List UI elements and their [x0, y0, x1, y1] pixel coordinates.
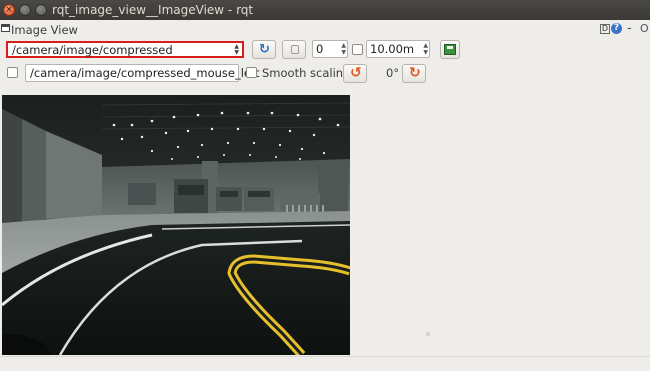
camera-image[interactable]: [2, 95, 350, 355]
max-distance-spinbox[interactable]: 10.00m ▲ ▼: [366, 40, 430, 58]
rotate-left-button[interactable]: ↺: [343, 64, 367, 83]
help-button[interactable]: ?: [611, 23, 622, 34]
minimize-plugin-button[interactable]: -: [627, 21, 632, 36]
num-gridlines-value: 0: [316, 42, 324, 56]
refresh-icon: ↻: [259, 42, 270, 57]
image-artifact: [426, 332, 430, 336]
plugin-window-icon: [1, 24, 10, 32]
mouse-topic-input[interactable]: /camera/image/compressed_mouse_left: [25, 64, 259, 82]
zoom-1-button[interactable]: [282, 40, 306, 59]
image-view-area[interactable]: [0, 93, 650, 355]
dock-button[interactable]: D: [600, 24, 610, 34]
mouse-topic-value: /camera/image/compressed_mouse_left: [30, 66, 260, 80]
smooth-scaling-label: Smooth scaling: [262, 66, 351, 80]
plugin-title: Image View: [11, 23, 78, 37]
plugin-header: Image View D ? - O: [0, 21, 650, 38]
smooth-scaling-checkbox[interactable]: [246, 67, 257, 78]
combo-arrows-icon: ▲ ▼: [234, 43, 239, 56]
topic-combo[interactable]: /camera/image/compressed ▲ ▼: [6, 41, 244, 58]
spin-arrows-icon[interactable]: ▲ ▼: [341, 42, 346, 56]
spin-arrows-icon[interactable]: ▲ ▼: [423, 42, 428, 56]
rotate-left-icon: ↺: [350, 65, 362, 81]
zoom-icon: [291, 45, 299, 54]
window-maximize-button[interactable]: [35, 4, 47, 16]
window-minimize-button[interactable]: [19, 4, 31, 16]
save-image-button[interactable]: [440, 40, 460, 59]
num-gridlines-spinbox[interactable]: 0 ▲ ▼: [312, 40, 348, 58]
status-bar: [0, 356, 650, 371]
rotate-right-icon: ↻: [409, 65, 421, 81]
topic-combo-value: /camera/image/compressed: [12, 43, 173, 57]
refresh-topics-button[interactable]: ↻: [252, 40, 276, 59]
window-close-button[interactable]: ×: [3, 4, 15, 16]
window-title: rqt_image_view__ImageView - rqt: [52, 3, 254, 17]
window-titlebar: × rqt_image_view__ImageView - rqt: [0, 0, 650, 20]
publish-mouse-checkbox[interactable]: [7, 67, 18, 78]
max-distance-value: 10.00m: [370, 42, 415, 56]
max-distance-checkbox[interactable]: [352, 44, 363, 55]
close-icon: ×: [5, 5, 13, 15]
save-icon: [444, 44, 456, 55]
rotation-label: 0°: [386, 66, 400, 80]
close-plugin-button[interactable]: O: [640, 22, 649, 35]
rotate-right-button[interactable]: ↻: [402, 64, 426, 83]
